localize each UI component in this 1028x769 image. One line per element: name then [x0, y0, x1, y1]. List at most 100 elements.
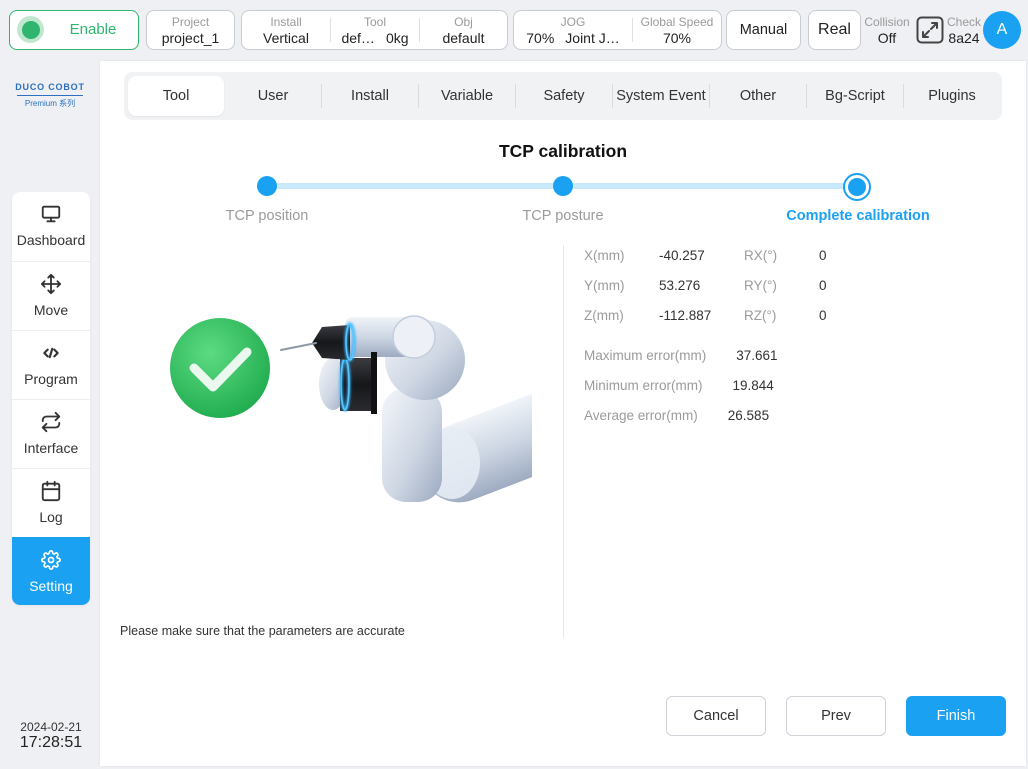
pose-rz-value: 0 [819, 308, 827, 323]
tab-other[interactable]: Other [710, 76, 806, 116]
jog-speed: 70% [526, 29, 555, 46]
page-title: TCP calibration [498, 141, 628, 161]
collision-label: Collision [864, 14, 910, 29]
real-mode-button[interactable]: Real [808, 10, 861, 50]
logo-divider [17, 95, 83, 96]
project-label: Project [171, 14, 210, 29]
manual-mode-button[interactable]: Manual [726, 10, 801, 50]
tab-tool[interactable]: Tool [128, 76, 224, 116]
step-label-tcp-position: TCP position [225, 208, 309, 224]
brand-logo: DUCO COBOT Premium 系列 [0, 82, 100, 109]
install-label: Install [270, 14, 302, 29]
jog-values: 70% Joint J… [526, 31, 620, 45]
project-value: project_1 [161, 29, 220, 46]
step-dot-done [257, 176, 277, 196]
pose-x-label: X(mm) [584, 248, 625, 263]
error-avg-value: 26.585 [727, 408, 770, 423]
collision-status[interactable]: Collision Off [862, 10, 912, 50]
step-dot-current-core [848, 178, 866, 196]
jog-mode: Joint J… [565, 29, 620, 46]
check-status[interactable]: Check 8a24 [944, 10, 984, 50]
global-speed-label: Global Speed [640, 14, 714, 29]
code-icon [40, 342, 62, 364]
check-circle-icon [170, 318, 270, 418]
error-min-label: Minimum error(mm) [584, 378, 703, 393]
nav-dashboard-label: Dashboard [16, 232, 86, 248]
tool-name: def… [341, 29, 375, 46]
error-max-value: 37.661 [736, 348, 778, 363]
tab-safety[interactable]: Safety [516, 76, 612, 116]
enable-button[interactable]: Enable [9, 10, 139, 50]
time-text: 17:28:51 [19, 734, 83, 751]
nav-interface[interactable]: Interface [12, 399, 90, 468]
install-cell[interactable]: Install Vertical [242, 11, 330, 49]
tab-plugins[interactable]: Plugins [904, 76, 1000, 116]
error-avg-row: Average error(mm) 26.585 [584, 407, 769, 425]
step-label-tcp-posture: TCP posture [522, 208, 604, 224]
global-speed-value: 70% [662, 29, 692, 46]
tool-values: def… 0kg [341, 31, 408, 45]
expand-icon[interactable] [916, 16, 944, 44]
collision-value: Off [877, 29, 897, 46]
content-divider [563, 245, 564, 638]
tab-user[interactable]: User [225, 76, 321, 116]
obj-cell[interactable]: Obj default [420, 11, 507, 49]
tool-cell[interactable]: Tool def… 0kg [331, 11, 419, 49]
pose-ry-value: 0 [819, 278, 827, 293]
error-min-value: 19.844 [732, 378, 774, 393]
move-arrows-icon [40, 273, 62, 295]
main-nav: Dashboard Move Program Interface Log Set… [12, 192, 90, 605]
pose-rx-label: RX(°) [744, 248, 778, 263]
pose-x-value: -40.257 [659, 248, 705, 263]
project-selector[interactable]: Project project_1 [146, 10, 235, 50]
logo-brand-text: DUCO COBOT [15, 82, 85, 92]
config-summary: Install Vertical Tool def… 0kg Obj defau… [241, 10, 508, 50]
calendar-icon [40, 480, 62, 502]
pose-rx-value: 0 [819, 248, 827, 263]
tool-weight: 0kg [385, 29, 409, 46]
nav-program[interactable]: Program [12, 330, 90, 399]
tab-variable[interactable]: Variable [419, 76, 515, 116]
tab-bg-script[interactable]: Bg-Script [807, 76, 903, 116]
robot-arm-icon [280, 315, 532, 503]
error-min-row: Minimum error(mm) 19.844 [584, 377, 774, 395]
prev-button[interactable]: Prev [786, 696, 886, 736]
speed-summary: JOG 70% Joint J… Global Speed 70% [513, 10, 722, 50]
accuracy-note: Please make sure that the parameters are… [120, 624, 405, 638]
nav-setting[interactable]: Setting [12, 537, 90, 605]
settings-panel: Tool User Install Variable Safety System… [100, 61, 1026, 766]
obj-label: Obj [454, 14, 473, 29]
date-text: 2024-02-21 [20, 720, 82, 734]
jog-cell[interactable]: JOG 70% Joint J… [514, 11, 632, 49]
error-max-row: Maximum error(mm) 37.661 [584, 347, 778, 365]
step-dot-current [843, 173, 871, 201]
gear-icon [40, 549, 62, 571]
avatar[interactable]: A [983, 11, 1021, 49]
settings-tabs: Tool User Install Variable Safety System… [124, 72, 1002, 120]
swap-arrows-icon [40, 411, 62, 433]
status-dot-core [21, 20, 40, 39]
nav-dashboard[interactable]: Dashboard [12, 192, 90, 261]
tab-install[interactable]: Install [322, 76, 418, 116]
cancel-button[interactable]: Cancel [666, 696, 766, 736]
check-value: 8a24 [948, 29, 980, 46]
logo-series-text: Premium 系列 [24, 99, 76, 108]
finish-button[interactable]: Finish [906, 696, 1006, 736]
step-label-complete: Complete calibration [786, 208, 930, 224]
error-max-label: Maximum error(mm) [584, 348, 707, 363]
nav-move[interactable]: Move [12, 261, 90, 330]
nav-log[interactable]: Log [12, 468, 90, 537]
clock: 2024-02-21 17:28:51 [0, 720, 102, 752]
tab-system-event[interactable]: System Event [613, 76, 709, 116]
global-speed-cell[interactable]: Global Speed 70% [633, 11, 721, 49]
tool-label: Tool [363, 14, 386, 29]
pose-y-value: 53.276 [659, 278, 701, 293]
error-avg-label: Average error(mm) [584, 408, 698, 423]
install-value: Vertical [263, 29, 309, 46]
pose-z-value: -112.887 [659, 308, 712, 323]
pose-ry-label: RY(°) [744, 278, 777, 293]
obj-value: default [442, 29, 485, 46]
nav-log-label: Log [39, 509, 63, 525]
check-label: Check [946, 14, 981, 29]
project-cell: Project project_1 [147, 11, 234, 49]
